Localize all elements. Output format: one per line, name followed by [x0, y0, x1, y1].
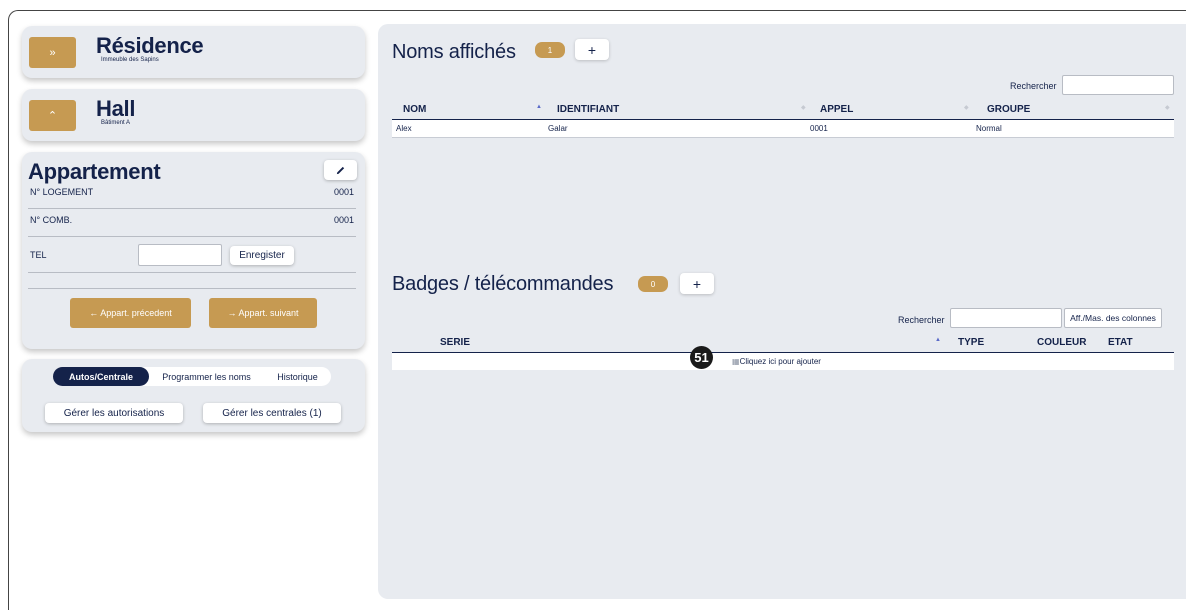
add-badge-row[interactable]: ▦Cliquez ici pour ajouter: [392, 353, 1174, 370]
pencil-icon: [336, 166, 345, 174]
hall-collapse-button[interactable]: ⌃: [29, 100, 76, 131]
edit-appartement-button[interactable]: [324, 160, 357, 180]
cell-identifiant: Galar: [548, 124, 568, 133]
divider: [28, 288, 356, 289]
col-nom[interactable]: NOM: [403, 104, 426, 115]
tab-historique[interactable]: Historique: [264, 367, 331, 386]
noms-title: Noms affichés: [392, 41, 516, 63]
residence-subtitle: Immeuble des Sapins: [101, 57, 159, 63]
cell-appel: 0001: [810, 124, 828, 133]
manage-autorisations-button[interactable]: Gérer les autorisations: [45, 403, 183, 423]
row-divider: [392, 137, 1174, 138]
add-badge-text[interactable]: ▦Cliquez ici pour ajouter: [732, 357, 821, 366]
tel-label: TEL: [30, 250, 47, 260]
toggle-columns-button[interactable]: Aff./Mas. des colonnes: [1064, 308, 1162, 328]
add-badge-button[interactable]: +: [680, 273, 714, 294]
cell-groupe: Normal: [976, 124, 1002, 133]
sort-icon: ◆: [1165, 105, 1170, 111]
residence-title: Résidence: [96, 33, 204, 58]
col-etat[interactable]: ETAT: [1108, 337, 1133, 348]
noms-count-badge: 1: [535, 42, 565, 58]
noms-search-input[interactable]: [1062, 75, 1174, 95]
col-identifiant[interactable]: IDENTIFIANT: [557, 104, 619, 115]
logement-label: N° LOGEMENT: [30, 187, 94, 197]
annotation-marker: 51: [690, 346, 713, 369]
chevron-up-icon: ⌃: [47, 110, 58, 122]
tel-input[interactable]: [138, 244, 222, 266]
appartement-card: Appartement N° LOGEMENT 0001 N° COMB. 00…: [22, 152, 365, 349]
add-card-icon: ▦: [732, 357, 740, 366]
hall-subtitle: Bâtiment A: [101, 120, 131, 126]
sort-icon: ◆: [964, 105, 969, 111]
comb-value: 0001: [333, 215, 354, 225]
add-badge-label: Cliquez ici pour ajouter: [739, 357, 821, 366]
col-type[interactable]: TYPE: [958, 337, 984, 348]
save-tel-button[interactable]: Enregister: [230, 246, 294, 265]
badges-search-label: Rechercher: [898, 315, 945, 325]
hall-title: Hall: [96, 96, 136, 121]
chevron-double-up-icon: »: [49, 46, 56, 59]
sort-up-icon: ▲: [935, 337, 941, 343]
col-appel[interactable]: APPEL: [820, 104, 853, 115]
col-serie[interactable]: SERIE: [440, 337, 470, 348]
manage-centrales-button[interactable]: Gérer les centrales (1): [203, 403, 341, 423]
sort-icon: ◆: [801, 105, 806, 111]
appartement-title: Appartement: [28, 159, 161, 184]
add-nom-button[interactable]: +: [575, 39, 609, 60]
badges-search-input[interactable]: [950, 308, 1062, 328]
logement-row: N° LOGEMENT 0001: [28, 183, 356, 209]
comb-label: N° COMB.: [30, 215, 73, 225]
residence-collapse-button[interactable]: »: [29, 37, 76, 68]
sort-up-icon: ▲: [536, 104, 542, 110]
col-groupe[interactable]: GROUPE: [987, 104, 1030, 115]
main-panel: Noms affichés 1 + Rechercher NOM ▲ IDENT…: [378, 24, 1186, 599]
tabs-card: Autos/Centrale Programmer les noms Histo…: [22, 359, 365, 432]
hall-card: ⌃ Hall Bâtiment A: [22, 89, 365, 141]
badges-title: Badges / télécommandes: [392, 273, 614, 295]
table-row[interactable]: Alex Galar 0001 Normal: [392, 120, 1174, 137]
logement-value: 0001: [333, 187, 354, 197]
prev-appartement-button[interactable]: ← Appart. précedent: [70, 298, 191, 328]
comb-row: N° COMB. 0001: [28, 211, 356, 237]
cell-nom: Alex: [396, 124, 412, 133]
col-couleur[interactable]: COULEUR: [1037, 337, 1086, 348]
noms-search-label: Rechercher: [1010, 81, 1057, 91]
tab-bar: Autos/Centrale Programmer les noms Histo…: [53, 367, 331, 386]
residence-card: » Résidence Immeuble des Sapins: [22, 26, 365, 78]
tab-autos-centrale[interactable]: Autos/Centrale: [53, 367, 149, 386]
badges-count-badge: 0: [638, 276, 668, 292]
tab-programmer-noms[interactable]: Programmer les noms: [149, 367, 264, 386]
next-appartement-button[interactable]: → Appart. suivant: [209, 298, 317, 328]
